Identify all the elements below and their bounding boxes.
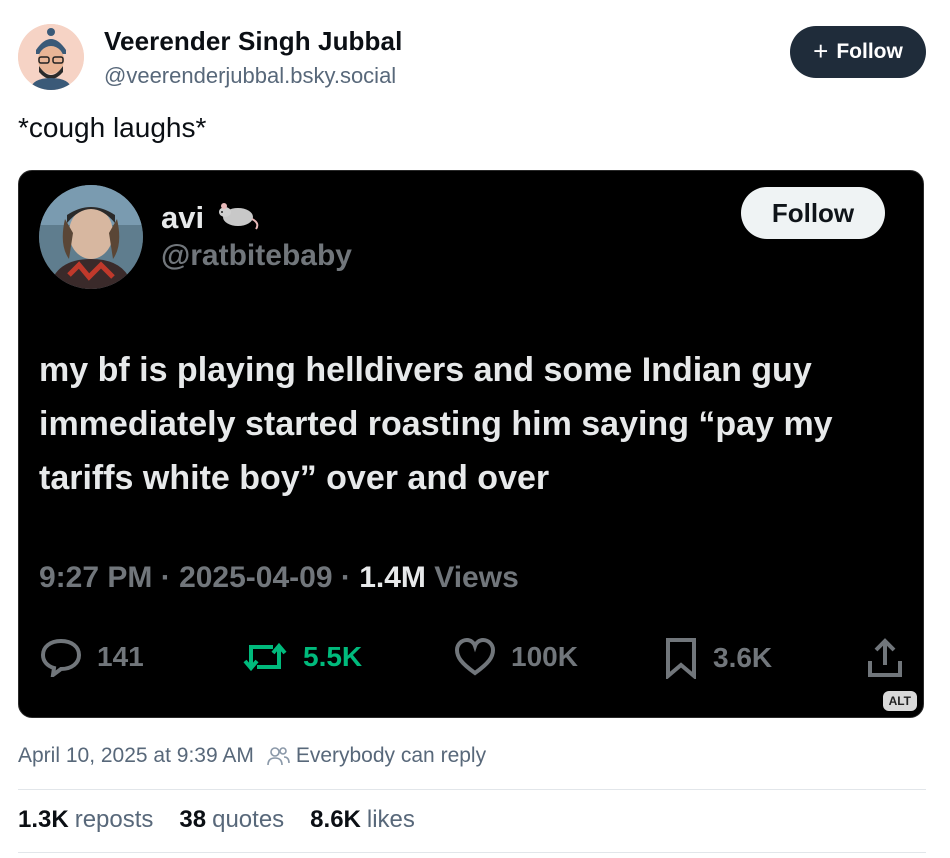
likes-label: likes: [366, 806, 415, 833]
divider-top: [18, 789, 926, 790]
quotes-stat[interactable]: 38 quotes: [179, 806, 284, 834]
embedded-name-text: avi: [161, 200, 205, 235]
rat-emoji-icon: [216, 197, 260, 239]
post-stats: 1.3K reposts 38 quotes 8.6K likes: [18, 806, 415, 834]
heart-icon: [454, 637, 496, 676]
reply-setting: Everybody can reply: [266, 744, 486, 768]
author-handle[interactable]: @veerenderjubbal.bsky.social: [104, 63, 402, 89]
embedded-bookmark-count: 3.6K: [663, 637, 772, 679]
reply-count-text: 141: [97, 641, 144, 672]
reposts-label: reposts: [74, 806, 154, 833]
likes-stat[interactable]: 8.6K likes: [310, 806, 415, 834]
post-author-header: Veerender Singh Jubbal @veerenderjubbal.…: [18, 22, 930, 94]
post-text: *cough laughs*: [18, 112, 207, 143]
post-meta: April 10, 2025 at 9:39 AM Everybody can …: [18, 744, 486, 768]
follow-button-label: Follow: [836, 40, 903, 63]
embedded-like-count: 100K: [453, 637, 578, 677]
embedded-name: avi: [161, 197, 260, 239]
embedded-tweet-meta: 9:27 PM · 2025-04-09 · 1.4M Views: [39, 561, 519, 594]
author-display-name[interactable]: Veerender Singh Jubbal: [104, 26, 402, 57]
plus-icon: +: [813, 36, 829, 66]
share-icon: [865, 637, 905, 679]
embedded-follow-button: Follow: [741, 187, 885, 239]
embedded-repost-count: 5.5K: [241, 637, 362, 677]
divider-bottom: [18, 852, 926, 853]
embedded-reply-count: 141: [39, 637, 144, 677]
reposts-stat[interactable]: 1.3K reposts: [18, 806, 153, 834]
follow-button[interactable]: + Follow: [790, 26, 926, 78]
author-avatar[interactable]: [18, 24, 84, 90]
embedded-handle: @ratbitebaby: [161, 239, 352, 272]
retweet-icon: [243, 642, 287, 672]
author-names: Veerender Singh Jubbal @veerenderjubbal.…: [104, 26, 402, 89]
likes-count: 8.6K: [310, 806, 361, 833]
embedded-avatar: [39, 185, 143, 289]
reply-setting-text: Everybody can reply: [295, 744, 487, 767]
embedded-date: 2025-04-09: [179, 561, 333, 594]
like-count-text: 100K: [511, 641, 578, 672]
bookmark-icon: [666, 638, 696, 679]
embedded-image[interactable]: avi @ratbitebaby Follow my bf is playing…: [18, 170, 924, 718]
repost-count-text: 5.5K: [303, 641, 363, 672]
people-icon: [267, 747, 290, 766]
embedded-views-label: Views: [434, 561, 519, 594]
bookmark-count-text: 3.6K: [713, 642, 773, 673]
reposts-count: 1.3K: [18, 806, 69, 833]
embedded-time: 9:27 PM: [39, 561, 153, 594]
alt-text-badge[interactable]: ALT: [882, 691, 917, 711]
reply-bubble-icon: [40, 638, 82, 677]
quotes-label: quotes: [212, 806, 285, 833]
embedded-views-count: 1.4M: [359, 561, 426, 594]
post-timestamp: April 10, 2025 at 9:39 AM: [18, 744, 254, 767]
embedded-actions: 141 5.5K 100K 3.6K: [39, 637, 909, 681]
quotes-count: 38: [179, 806, 207, 833]
embedded-tweet-text: my bf is playing helldivers and some Ind…: [39, 351, 833, 497]
